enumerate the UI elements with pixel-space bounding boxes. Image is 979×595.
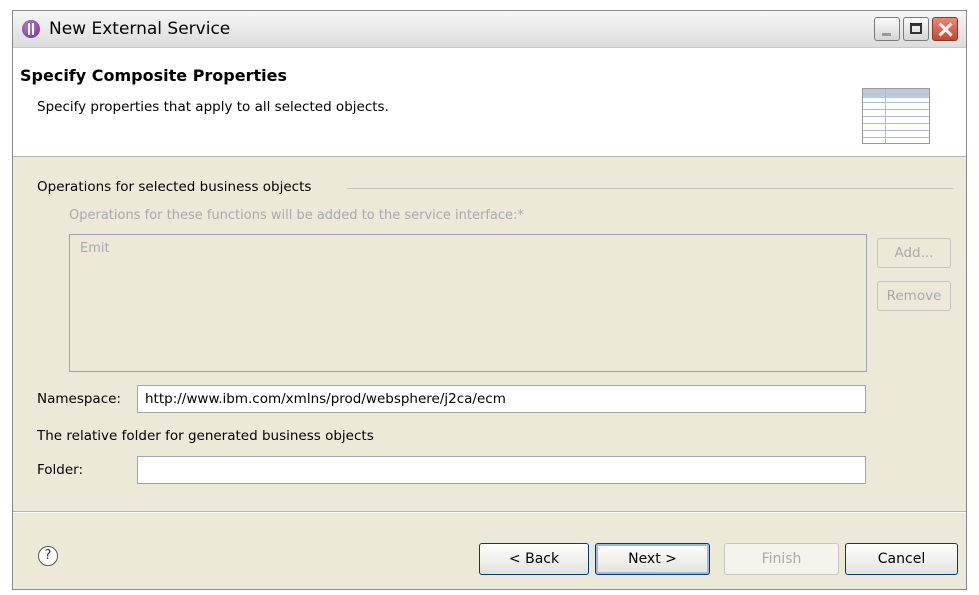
app-icon (22, 20, 40, 38)
namespace-input[interactable] (137, 385, 866, 413)
operations-group-label: Operations for selected business objects (37, 179, 312, 195)
namespace-label: Namespace: (37, 391, 121, 407)
page-description: Specify properties that apply to all sel… (37, 99, 389, 115)
cancel-button[interactable]: Cancel (845, 543, 958, 575)
folder-label: Folder: (37, 462, 84, 478)
page-title: Specify Composite Properties (20, 66, 287, 85)
close-button[interactable] (932, 17, 958, 41)
back-button[interactable]: < Back (479, 543, 589, 575)
finish-button[interactable]: Finish (724, 543, 839, 575)
table-properties-icon (862, 88, 930, 144)
operations-list-label: Operations for these functions will be a… (69, 208, 524, 223)
list-item[interactable]: Emit (80, 241, 110, 256)
folder-input[interactable] (137, 456, 866, 484)
remove-button[interactable]: Remove (877, 281, 951, 311)
minimize-button[interactable] (874, 17, 900, 41)
window-title: New External Service (49, 19, 231, 39)
dialog-window: New External Service Specify Composite P… (12, 10, 967, 590)
relative-folder-label: The relative folder for generated busine… (37, 428, 374, 444)
operations-list[interactable]: Emit (69, 234, 867, 372)
add-button[interactable]: Add... (877, 238, 951, 268)
wizard-banner: Specify Composite Properties Specify pro… (13, 48, 966, 157)
footer-divider-highlight (13, 512, 966, 513)
title-bar[interactable]: New External Service (13, 11, 966, 48)
maximize-button[interactable] (903, 17, 929, 41)
group-divider (347, 188, 953, 189)
help-icon[interactable]: ? (38, 546, 58, 566)
next-button[interactable]: Next > (595, 543, 710, 575)
